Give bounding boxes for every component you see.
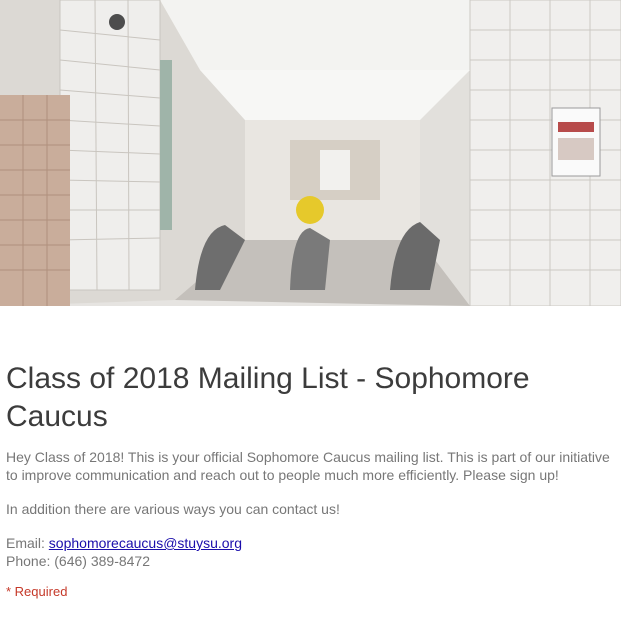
- form-header: Class of 2018 Mailing List - Sophomore C…: [6, 360, 618, 600]
- email-link[interactable]: sophomorecaucus@stuysu.org: [49, 535, 242, 551]
- form-description: Hey Class of 2018! This is your official…: [6, 448, 618, 570]
- form-title: Class of 2018 Mailing List - Sophomore C…: [6, 362, 530, 433]
- description-contact-intro: In addition there are various ways you c…: [6, 501, 340, 517]
- description-paragraph: Hey Class of 2018! This is your official…: [6, 449, 610, 483]
- contact-email-line: Email: sophomorecaucus@stuysu.org: [6, 534, 618, 552]
- required-note: * Required: [6, 584, 68, 599]
- hallway-photo: [0, 0, 621, 306]
- contact-phone-line: Phone: (646) 389-8472: [6, 553, 150, 569]
- header-image: [0, 0, 621, 306]
- form-page: Class of 2018 Mailing List - Sophomore C…: [0, 0, 621, 621]
- email-label: Email:: [6, 535, 49, 551]
